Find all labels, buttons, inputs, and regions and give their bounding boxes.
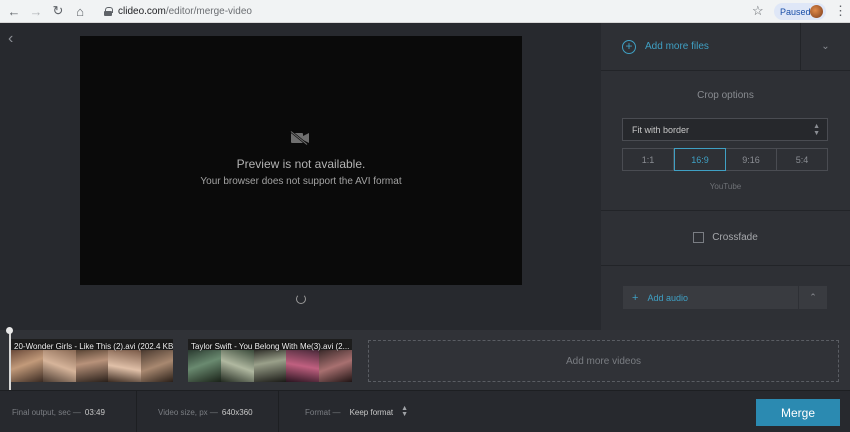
preview-title: Preview is not available.	[236, 157, 366, 171]
clip-thumbnails	[11, 350, 173, 382]
add-more-videos-dropzone[interactable]: Add more videos	[368, 340, 839, 382]
ratio-5-4-button[interactable]: 5:4	[777, 149, 827, 170]
crossfade-option[interactable]: Crossfade	[601, 232, 850, 243]
profile-paused-chip[interactable]: Paused	[774, 3, 826, 20]
preset-label: YouTube	[709, 182, 742, 191]
timeline-clip[interactable]: Taylor Swift - You Belong With Me(3).avi…	[188, 339, 352, 382]
reload-icon[interactable]: ↻	[48, 1, 68, 21]
final-output-value: 03:49	[84, 407, 105, 417]
video-off-icon	[290, 131, 309, 145]
add-audio-button[interactable]: + Add audio	[623, 286, 798, 309]
clip-label: Taylor Swift - You Belong With Me(3).avi…	[191, 342, 350, 351]
avatar	[810, 5, 823, 18]
video-size-stat: Video size, px — 640x360	[137, 391, 279, 432]
crop-select-value: Fit with border	[632, 124, 690, 135]
clip-thumbnails	[188, 350, 352, 382]
arrow-right-icon[interactable]: →	[26, 1, 46, 21]
settings-panel: + Add more files ⌄ Crop options Fit with…	[601, 23, 850, 330]
star-icon[interactable]: ☆	[752, 3, 764, 19]
select-arrows-icon: ▲ ▼	[813, 123, 820, 137]
ratio-1-1-button[interactable]: 1:1	[623, 149, 674, 170]
plus-circle-icon: +	[622, 39, 636, 54]
loading-spinner-icon	[296, 294, 306, 304]
crop-select[interactable]: Fit with border ▲ ▼	[622, 118, 828, 141]
final-output-label: Final output, sec —	[12, 407, 81, 417]
aspect-ratio-group: 1:1 16:9 9:16 5:4	[622, 148, 828, 171]
bottom-bar: Final output, sec — 03:49 Video size, px…	[0, 390, 850, 432]
playhead[interactable]	[9, 330, 11, 390]
video-preview: Preview is not available. Your browser d…	[80, 36, 522, 285]
divider	[601, 210, 850, 211]
add-files-label: Add more files	[645, 41, 709, 52]
url-host: clideo.com	[118, 5, 166, 17]
crossfade-checkbox[interactable]	[693, 232, 705, 243]
browser-toolbar: ← → ↻ ⌂ clideo.com/editor/merge-video ☆ …	[0, 0, 850, 23]
kebab-menu-icon[interactable]: ⋮	[834, 3, 847, 19]
format-selector[interactable]: Format — Keep format ▲ ▼	[279, 391, 459, 432]
preview-subtitle: Your browser does not support the AVI fo…	[200, 176, 402, 187]
paused-label: Paused	[780, 6, 811, 17]
chevron-left-icon[interactable]: ‹	[8, 30, 13, 48]
final-output-stat: Final output, sec — 03:49	[0, 391, 137, 432]
arrow-left-icon[interactable]: ←	[4, 1, 24, 21]
video-size-value: 640x360	[221, 407, 253, 417]
chevron-up-icon[interactable]: ⌃	[799, 286, 827, 309]
merge-button[interactable]: Merge	[756, 399, 840, 426]
crossfade-label: Crossfade	[712, 232, 758, 243]
plus-icon: +	[632, 291, 639, 304]
url-path: /editor/merge-video	[165, 5, 252, 17]
format-label: Format —	[305, 407, 341, 417]
ratio-9-16-button[interactable]: 9:16	[726, 149, 777, 170]
home-icon[interactable]: ⌂	[70, 1, 90, 21]
address-bar[interactable]: clideo.com/editor/merge-video	[96, 1, 772, 21]
ratio-16-9-button[interactable]: 16:9	[674, 148, 726, 171]
add-more-files-button[interactable]: + Add more files	[601, 23, 801, 71]
playhead-handle[interactable]	[6, 327, 13, 334]
add-audio-label: Add audio	[647, 292, 688, 303]
chevron-down-icon[interactable]: ⌄	[801, 23, 850, 71]
clip-label: 20-Wonder Girls - Like This (2).avi (202…	[14, 342, 173, 351]
crop-options-title: Crop options	[697, 90, 754, 101]
select-arrows-icon: ▲ ▼	[401, 405, 409, 418]
video-size-label: Video size, px —	[158, 407, 218, 417]
lock-icon	[104, 6, 113, 16]
format-value: Keep format	[349, 407, 394, 417]
timeline-clip[interactable]: 20-Wonder Girls - Like This (2).avi (202…	[11, 339, 173, 382]
divider	[601, 265, 850, 266]
